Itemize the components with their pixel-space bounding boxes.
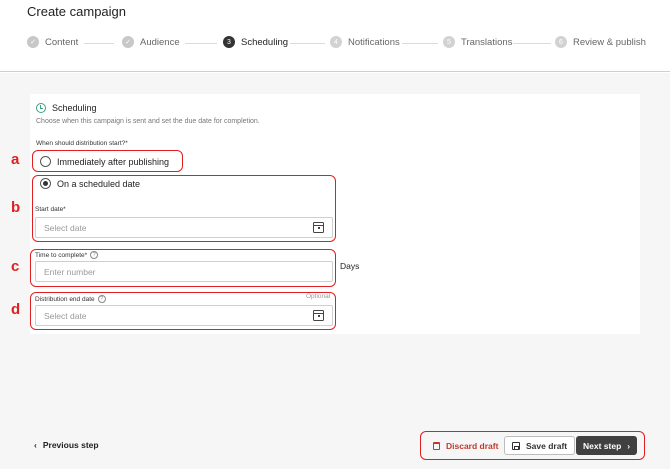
annotation-c: c: [11, 258, 20, 275]
scheduling-card: Scheduling Choose when this campaign is …: [30, 94, 640, 334]
step-translations[interactable]: 5 Translations: [443, 36, 512, 48]
step-connector: [290, 43, 325, 44]
radio-button[interactable]: [40, 156, 51, 167]
days-unit-label: Days: [340, 261, 360, 271]
end-date-input[interactable]: Select date: [35, 305, 333, 326]
discard-draft-button[interactable]: Discard draft: [426, 436, 505, 455]
annotation-a: a: [11, 151, 20, 168]
end-date-label-text: Distribution end date: [35, 295, 95, 303]
calendar-icon[interactable]: [313, 310, 324, 321]
step-connector: [84, 43, 114, 44]
radio-button-checked[interactable]: [40, 178, 51, 189]
distribution-start-question: When should distribution start?*: [36, 140, 128, 147]
clock-icon: [36, 103, 46, 113]
step-connector: [185, 43, 217, 44]
step-label: Scheduling: [241, 36, 289, 48]
chevron-right-icon: ›: [627, 440, 631, 451]
time-to-complete-label-text: Time to complete*: [35, 251, 88, 259]
step-connector: [513, 43, 551, 44]
time-to-complete-label: Time to complete* ?: [35, 251, 99, 259]
radio-label: Immediately after publishing: [57, 156, 170, 167]
stepper: ✓ Content ✓ Audience 3 Scheduling 4 Noti…: [0, 36, 670, 52]
header: Create campaign ✓ Content ✓ Audience 3 S…: [0, 0, 670, 72]
start-date-label-text: Start date*: [35, 206, 66, 213]
step-review-publish[interactable]: 6 Review & publish: [555, 36, 646, 48]
next-step-button[interactable]: Next step ›: [576, 436, 638, 455]
step-number-badge: 4: [330, 36, 342, 48]
radio-scheduled-date[interactable]: On a scheduled date: [40, 178, 140, 189]
time-to-complete-input[interactable]: Enter number: [35, 261, 333, 282]
step-label: Notifications: [348, 36, 400, 48]
step-number-badge: 6: [555, 36, 567, 48]
check-icon: ✓: [122, 36, 134, 48]
chevron-left-icon: ‹: [34, 440, 37, 450]
calendar-icon[interactable]: [313, 222, 324, 233]
annotation-d: d: [11, 301, 21, 318]
save-icon: [512, 441, 520, 450]
step-scheduling[interactable]: 3 Scheduling: [223, 36, 288, 48]
step-label: Content: [45, 36, 79, 48]
time-to-complete-placeholder: Enter number: [44, 266, 96, 277]
step-audience[interactable]: ✓ Audience: [122, 36, 180, 48]
step-number-badge: 5: [443, 36, 455, 48]
discard-draft-label: Discard draft: [446, 440, 499, 451]
optional-label: Optional: [306, 293, 331, 300]
step-connector: [402, 43, 438, 44]
step-label: Translations: [461, 36, 513, 48]
previous-step-label: Previous step: [42, 440, 99, 450]
trash-icon: [433, 441, 440, 450]
step-number-badge: 3: [223, 36, 235, 48]
section-title: Scheduling: [52, 103, 97, 113]
start-date-label: Start date*: [35, 206, 66, 213]
page-title: Create campaign: [27, 4, 126, 19]
section-description: Choose when this campaign is sent and se…: [36, 118, 260, 125]
help-icon[interactable]: ?: [97, 295, 106, 303]
step-notifications[interactable]: 4 Notifications: [330, 36, 400, 48]
start-date-placeholder: Select date: [44, 222, 87, 233]
help-icon[interactable]: ?: [90, 251, 99, 259]
next-step-label: Next step: [583, 440, 622, 451]
end-date-label: Distribution end date ?: [35, 295, 106, 303]
check-icon: ✓: [27, 36, 39, 48]
save-draft-label: Save draft: [526, 440, 568, 451]
step-content[interactable]: ✓ Content: [27, 36, 78, 48]
save-draft-button[interactable]: Save draft: [504, 436, 576, 455]
end-date-placeholder: Select date: [44, 310, 87, 321]
previous-step-button[interactable]: ‹ Previous step: [34, 440, 99, 450]
annotation-b: b: [11, 199, 21, 216]
step-label: Review & publish: [573, 36, 646, 48]
radio-label: On a scheduled date: [57, 178, 141, 189]
step-label: Audience: [140, 36, 180, 48]
radio-immediately[interactable]: Immediately after publishing: [40, 156, 169, 167]
start-date-input[interactable]: Select date: [35, 217, 333, 238]
